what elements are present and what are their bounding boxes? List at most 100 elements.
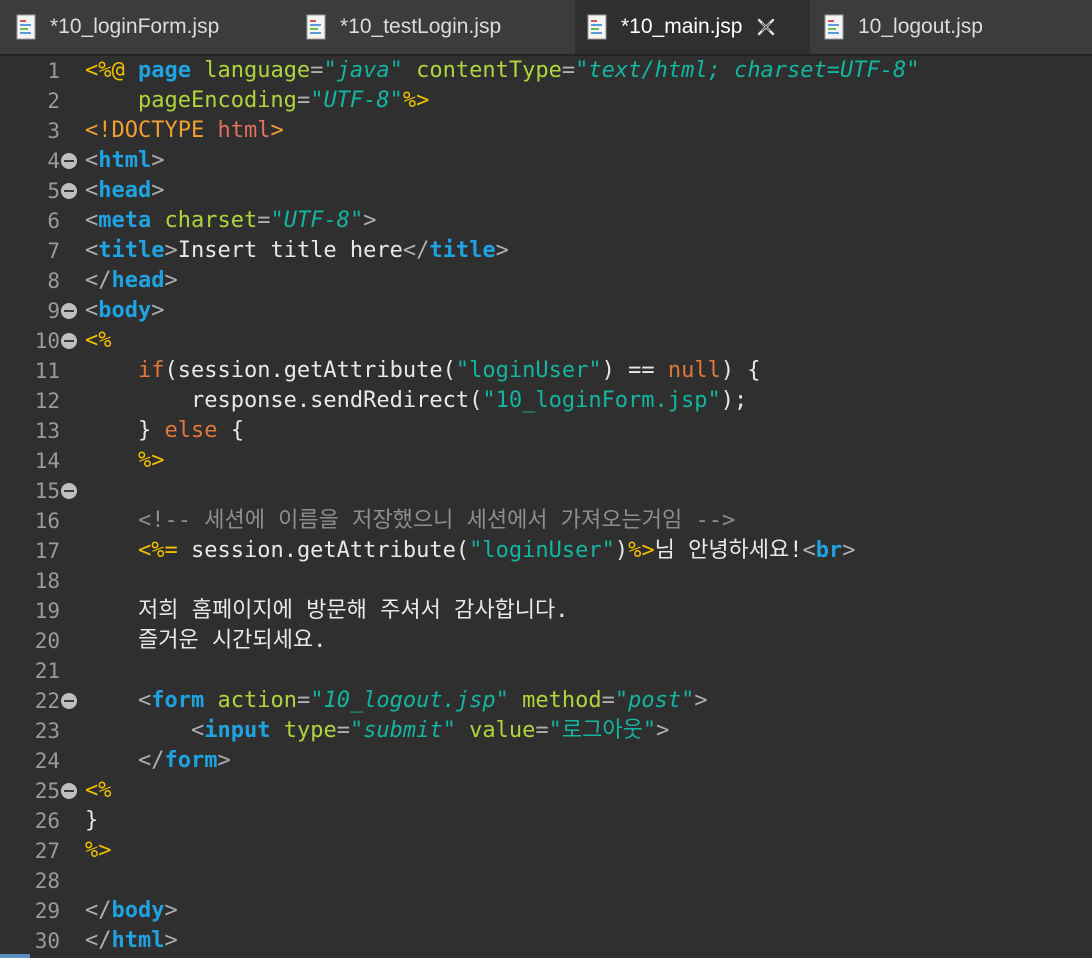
jsp-file-icon	[306, 14, 326, 40]
code-line[interactable]: <html>	[85, 146, 164, 176]
code-line[interactable]: </form>	[85, 746, 231, 776]
code-line[interactable]: 저희 홈페이지에 방문해 주셔서 감사합니다.	[85, 596, 569, 626]
editor-tab-bar: *10_loginForm.jsp *10_testLogin.jsp *10_…	[0, 0, 1092, 56]
line-number: 11	[34, 359, 60, 383]
code-line[interactable]: </html>	[85, 926, 178, 956]
fold-collapse-icon[interactable]	[61, 153, 77, 169]
code-token: "	[906, 58, 920, 83]
code-token: "	[349, 718, 364, 743]
code-line[interactable]: <input type="submit" value="로그아웃">	[85, 716, 669, 746]
line-number: 23	[34, 719, 60, 743]
line-gutter: 17	[0, 536, 80, 566]
line-number: 28	[34, 869, 60, 893]
code-token: "	[389, 58, 417, 83]
code-token: action	[217, 688, 297, 713]
line-number: 20	[34, 629, 60, 653]
code-line[interactable]: <%	[85, 776, 112, 806]
line-gutter: 10	[0, 326, 80, 356]
code-token: "10_loginForm.jsp"	[482, 388, 721, 413]
code-token: >	[495, 238, 509, 263]
fold-collapse-icon[interactable]	[61, 183, 77, 199]
code-token: </	[402, 238, 430, 263]
code-line[interactable]: response.sendRedirect("10_loginForm.jsp"…	[85, 386, 747, 416]
code-token: 저희 홈페이지에 방문해 주셔서 감사합니다.	[85, 598, 569, 623]
code-token: =	[296, 688, 311, 713]
line-number: 9	[47, 299, 60, 323]
code-token: UTF-8	[283, 208, 350, 233]
code-token: >	[842, 538, 856, 563]
line-number: 1	[47, 59, 60, 83]
tab-10-testlogin-jsp[interactable]: *10_testLogin.jsp	[290, 0, 575, 54]
code-line[interactable]: <title>Insert title here</title>	[85, 236, 509, 266]
code-token: =	[535, 718, 549, 743]
line-gutter: 6	[0, 206, 80, 236]
code-line[interactable]: <%	[85, 326, 112, 356]
code-token: charset	[164, 208, 258, 233]
code-token: session.getAttribute(	[177, 538, 470, 563]
code-token: <	[190, 718, 205, 743]
code-line[interactable]: pageEncoding="UTF-8"%>	[85, 86, 429, 116]
code-line[interactable]: %>	[85, 836, 112, 866]
code-line[interactable]: <form action="10_logout.jsp" method="pos…	[85, 686, 708, 716]
code-line[interactable]: <!DOCTYPE html>	[85, 116, 284, 146]
line-gutter: 27	[0, 836, 80, 866]
fold-collapse-icon[interactable]	[61, 333, 77, 349]
code-token: <!-- 세션에 이름을 저장했으니 세션에서 가져오는거임 -->	[137, 508, 736, 533]
code-token: "loginUser"	[455, 358, 602, 383]
code-token: input	[204, 718, 284, 743]
code-line[interactable]: </body>	[85, 896, 178, 926]
code-token: body	[98, 298, 152, 323]
code-token: meta	[98, 208, 165, 233]
line-number: 10	[34, 329, 60, 353]
code-token: "	[349, 208, 364, 233]
code-token: </	[85, 928, 112, 953]
line-number: 29	[34, 899, 60, 923]
code-token: );	[720, 388, 748, 413]
line-gutter: 18	[0, 566, 80, 596]
tab-10-logout-jsp[interactable]: 10_logout.jsp	[810, 0, 1092, 54]
tab-10-loginform-jsp[interactable]: *10_loginForm.jsp	[0, 0, 290, 54]
code-line[interactable]: <!-- 세션에 이름을 저장했으니 세션에서 가져오는거임 -->	[85, 506, 735, 536]
code-token: ) {	[720, 358, 761, 383]
code-line[interactable]: <meta charset="UTF-8">	[85, 206, 376, 236]
code-token: <	[137, 688, 152, 713]
code-line[interactable]: } else {	[85, 416, 244, 446]
code-token: <%@	[85, 58, 138, 83]
line-gutter: 23	[0, 716, 80, 746]
code-token: submit	[363, 718, 443, 743]
line-gutter: 5	[0, 176, 80, 206]
line-number: 3	[47, 119, 60, 143]
code-line[interactable]: <%= session.getAttribute("loginUser")%>님…	[85, 536, 856, 566]
code-token: "	[614, 688, 629, 713]
fold-collapse-icon[interactable]	[61, 483, 77, 499]
fold-collapse-icon[interactable]	[61, 693, 77, 709]
code-token: java	[336, 58, 390, 83]
line-gutter: 28	[0, 866, 80, 896]
code-line[interactable]: <%@ page language="java" contentType="te…	[85, 56, 920, 86]
code-token: UTF-8	[323, 88, 390, 113]
code-line[interactable]: <head>	[85, 176, 164, 206]
code-line[interactable]: }	[85, 806, 98, 836]
code-token: >	[164, 268, 178, 293]
code-token: <%=	[137, 538, 178, 563]
code-line[interactable]: if(session.getAttribute("loginUser") == …	[85, 356, 761, 386]
line-number: 2	[47, 89, 60, 113]
code-token: pageEncoding	[137, 88, 297, 113]
tab-10-main-jsp[interactable]: *10_main.jsp	[575, 0, 810, 54]
code-line[interactable]: %>	[85, 446, 165, 476]
code-token: </	[137, 748, 165, 773]
code-token: response.sendRedirect(	[85, 388, 483, 413]
code-line[interactable]: <body>	[85, 296, 164, 326]
code-editor[interactable]: 1 <%@ page language="java" contentType="t…	[0, 56, 1092, 958]
code-token: >	[656, 718, 670, 743]
code-token: post	[628, 688, 682, 713]
fold-collapse-icon[interactable]	[61, 303, 77, 319]
close-icon[interactable]	[756, 17, 776, 37]
code-line[interactable]: </head>	[85, 266, 178, 296]
tab-label: *10_main.jsp	[621, 15, 743, 38]
fold-collapse-icon[interactable]	[61, 783, 77, 799]
code-line[interactable]: 즐거운 시간되세요.	[85, 626, 326, 656]
